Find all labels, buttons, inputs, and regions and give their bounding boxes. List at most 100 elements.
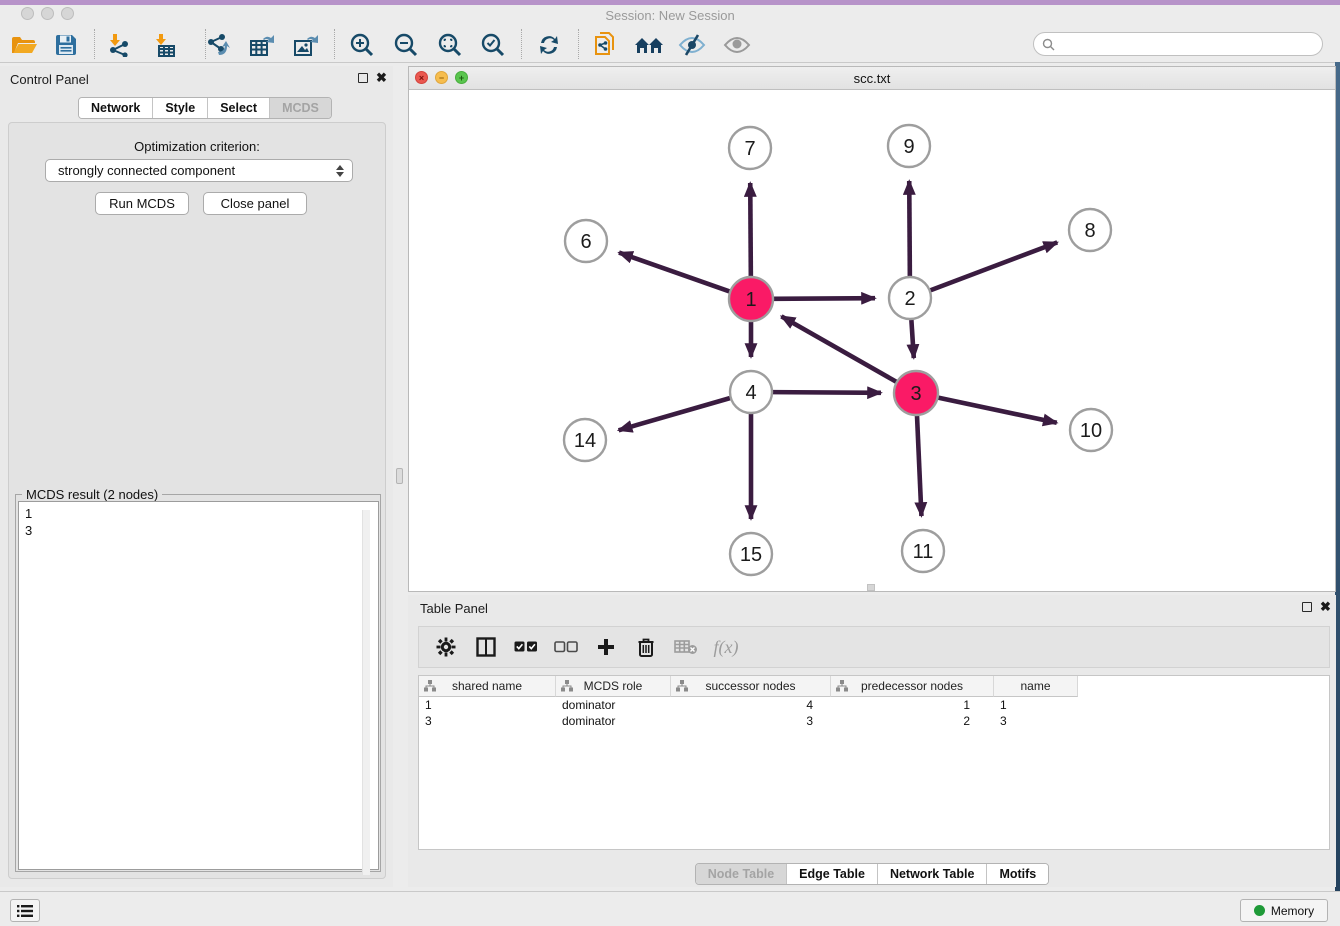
table-options-button[interactable] <box>433 637 459 657</box>
column-label: MCDS role <box>584 679 643 693</box>
network-window-titlebar[interactable]: × − + scc.txt <box>409 67 1335 90</box>
zoom-in-button[interactable] <box>344 28 380 62</box>
mcds-result-group: MCDS result (2 nodes) 1 3 <box>15 494 381 872</box>
graph-node-1[interactable]: 1 <box>729 277 773 321</box>
graph-edge-1-6[interactable] <box>619 253 730 292</box>
graph-node-3[interactable]: 3 <box>894 371 938 415</box>
column-type-icon <box>676 680 688 692</box>
refresh-layout-button[interactable] <box>531 28 567 62</box>
table-panel-tabs: Node Table Edge Table Network Table Moti… <box>408 863 1336 885</box>
table-panel-header: Table Panel ✖ <box>408 595 1336 621</box>
cell-name: 3 <box>994 713 1078 729</box>
zoom-selected-button[interactable] <box>475 28 511 62</box>
graph-edge-4-14[interactable] <box>619 398 730 430</box>
column-header-name[interactable]: name <box>994 676 1078 697</box>
canvas-scrollbar-hint[interactable] <box>867 584 875 591</box>
refresh-icon <box>537 33 561 57</box>
float-panel-icon[interactable] <box>1302 602 1312 612</box>
apply-function-button[interactable]: f(x) <box>713 637 739 658</box>
export-network-icon <box>205 33 231 57</box>
graph-node-6[interactable]: 6 <box>565 220 607 262</box>
close-panel-button[interactable]: Close panel <box>203 192 307 215</box>
close-panel-icon[interactable]: ✖ <box>376 70 387 86</box>
show-all-networks-button[interactable] <box>631 28 667 62</box>
export-network-button[interactable] <box>200 28 236 62</box>
add-column-button[interactable] <box>593 637 619 657</box>
svg-text:7: 7 <box>744 138 755 160</box>
graph-node-14[interactable]: 14 <box>564 419 606 461</box>
graph-edge-3-11[interactable] <box>917 415 921 516</box>
toolbar-separator <box>578 29 579 59</box>
result-scrollbar[interactable] <box>362 510 370 875</box>
tab-node-table[interactable]: Node Table <box>696 864 787 884</box>
network-graph[interactable]: 1 2 3 4 6 7 8 9 10 11 14 15 <box>409 90 1335 591</box>
import-table-button[interactable] <box>146 28 182 62</box>
search-field[interactable] <box>1033 32 1323 56</box>
graph-edge-4-3[interactable] <box>773 392 881 393</box>
optimization-criterion-dropdown[interactable]: strongly connected component <box>45 159 353 182</box>
table-row[interactable]: 1 dominator 4 1 1 <box>419 697 1329 713</box>
column-header-predecessor-nodes[interactable]: predecessor nodes <box>831 676 994 697</box>
tab-select[interactable]: Select <box>208 98 270 118</box>
export-image-button[interactable] <box>288 28 324 62</box>
task-history-button[interactable] <box>10 899 40 922</box>
memory-button[interactable]: Memory <box>1240 899 1328 922</box>
cell-successor-nodes: 3 <box>671 713 831 729</box>
tab-edge-table[interactable]: Edge Table <box>787 864 878 884</box>
column-header-successor-nodes[interactable]: successor nodes <box>671 676 831 697</box>
column-label: predecessor nodes <box>861 679 963 693</box>
column-label: successor nodes <box>705 679 795 693</box>
graph-node-9[interactable]: 9 <box>888 125 930 167</box>
show-graphics-details-button[interactable] <box>719 28 755 62</box>
graph-edge-2-3[interactable] <box>911 320 913 358</box>
table-row[interactable]: 3 dominator 3 2 3 <box>419 713 1329 729</box>
graph-node-15[interactable]: 15 <box>730 533 772 575</box>
tab-style[interactable]: Style <box>153 98 208 118</box>
run-mcds-button[interactable]: Run MCDS <box>95 192 189 215</box>
tab-network[interactable]: Network <box>79 98 153 118</box>
tab-mcds[interactable]: MCDS <box>270 98 331 118</box>
column-header-mcds-role[interactable]: MCDS role <box>556 676 671 697</box>
svg-text:11: 11 <box>913 541 934 563</box>
graph-node-2[interactable]: 2 <box>889 277 931 319</box>
list-icon <box>17 905 33 917</box>
graph-node-10[interactable]: 10 <box>1070 409 1112 451</box>
unselect-all-button[interactable] <box>553 641 579 653</box>
save-session-button[interactable] <box>48 28 84 62</box>
cell-mcds-role: dominator <box>556 697 671 713</box>
show-column-button[interactable] <box>473 637 499 657</box>
zoom-fit-button[interactable] <box>432 28 468 62</box>
graph-edge-3-10[interactable] <box>938 398 1057 423</box>
export-table-button[interactable] <box>244 28 280 62</box>
zoom-out-button[interactable] <box>388 28 424 62</box>
svg-text:9: 9 <box>903 136 914 158</box>
open-session-button[interactable] <box>6 28 42 62</box>
tab-network-table[interactable]: Network Table <box>878 864 988 884</box>
delete-table-button[interactable] <box>673 639 699 655</box>
svg-text:10: 10 <box>1080 420 1102 442</box>
network-canvas[interactable]: 1 2 3 4 6 7 8 9 10 11 14 15 <box>409 90 1335 591</box>
application-window: Session: New Session <box>0 0 1340 926</box>
graph-node-4[interactable]: 4 <box>730 371 772 413</box>
tab-motifs[interactable]: Motifs <box>987 864 1048 884</box>
zoom-out-icon <box>394 33 418 57</box>
graph-node-7[interactable]: 7 <box>729 127 771 169</box>
graph-node-8[interactable]: 8 <box>1069 209 1111 251</box>
column-header-shared-name[interactable]: shared name <box>419 676 556 697</box>
graph-node-11[interactable]: 11 <box>902 530 944 572</box>
hide-graphics-details-button[interactable] <box>674 28 710 62</box>
mcds-result-text[interactable]: 1 3 <box>18 501 379 870</box>
graph-edge-1-7[interactable] <box>750 183 751 277</box>
graph-edge-1-2[interactable] <box>773 298 875 299</box>
delete-column-button[interactable] <box>633 637 659 657</box>
split-divider-handle[interactable] <box>396 468 403 484</box>
duplicate-network-button[interactable] <box>587 28 623 62</box>
graph-edge-2-8[interactable] <box>931 242 1058 290</box>
search-input[interactable] <box>1060 37 1314 51</box>
graph-edge-2-9[interactable] <box>909 181 910 276</box>
select-all-button[interactable] <box>513 641 539 653</box>
import-network-button[interactable] <box>100 28 136 62</box>
graph-edge-3-1[interactable] <box>781 316 896 382</box>
close-panel-icon[interactable]: ✖ <box>1320 599 1331 615</box>
float-panel-icon[interactable] <box>358 73 368 83</box>
